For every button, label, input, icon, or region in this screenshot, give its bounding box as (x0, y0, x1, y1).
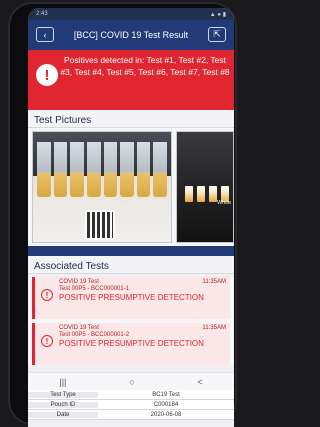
associated-tests-list: ! COVID 19 Test 11:35AM Test 00P5 - BCC0… (28, 277, 234, 365)
test-time: 11:35AM (202, 279, 226, 285)
back-button[interactable]: ‹ (36, 27, 54, 42)
test-name: COVID 19 Test (59, 325, 99, 331)
system-nav-bar: ||| ○ < (28, 372, 234, 391)
tube-rack (37, 142, 167, 197)
page-title: [BCC] COVID 19 Test Result (73, 29, 189, 40)
phone-frame: 2:43 ▲ ● ▮ ‹ [BCC] COVID 19 Test Result … (8, 2, 237, 427)
associated-test-item[interactable]: ! COVID 19 Test 11:35AM Test 00P5 - BCC0… (32, 277, 230, 319)
test-name: COVID 19 Test (59, 279, 99, 285)
status-time: 2:43 (36, 11, 48, 17)
info-key: Test Type (28, 391, 98, 398)
associated-tests-heading: Associated Tests (28, 256, 234, 274)
test-info-table: Test Type BC19 Test Pouch ID C000184 Dat… (28, 390, 234, 420)
warning-icon: ! (41, 335, 53, 347)
share-icon: ⇱ (213, 29, 221, 39)
info-row: Test Type BC19 Test (28, 390, 234, 400)
test-result: POSITIVE PRESUMPTIVE DETECTION (59, 293, 204, 302)
test-time: 11:35AM (202, 325, 226, 331)
status-bar: 2:43 ▲ ● ▮ (28, 8, 234, 20)
info-value: BC19 Test (152, 391, 180, 398)
test-pictures-carousel[interactable]: White (28, 128, 234, 246)
info-row: Date 2020-06-08 (28, 410, 234, 420)
info-row: Pouch ID C000184 (28, 400, 234, 410)
home-button[interactable]: ○ (129, 377, 134, 387)
info-key: Date (28, 411, 98, 418)
section-divider (28, 246, 234, 256)
test-id: Test 00P5 - BCC000001-1 (59, 286, 130, 292)
picture-overlay-text: White (216, 200, 231, 206)
recent-apps-button[interactable]: ||| (59, 377, 66, 387)
screen: 2:43 ▲ ● ▮ ‹ [BCC] COVID 19 Test Result … (28, 8, 234, 427)
app-header: ‹ [BCC] COVID 19 Test Result ⇱ (28, 20, 234, 50)
status-icons: ▲ ● ▮ (209, 11, 226, 18)
associated-test-item[interactable]: ! COVID 19 Test 11:35AM Test 00P5 - BCC0… (32, 323, 230, 365)
positive-alert-banner: ! Positives detected in: Test #1, Test #… (28, 50, 234, 110)
system-back-button[interactable]: < (197, 377, 202, 387)
alert-icon: ! (36, 64, 58, 86)
test-picture-2[interactable]: White (176, 131, 234, 243)
info-value: 2020-06-08 (150, 411, 182, 418)
test-id: Test 00P5 - BCC000001-2 (59, 332, 130, 338)
qr-code (85, 210, 115, 240)
test-result: POSITIVE PRESUMPTIVE DETECTION (59, 339, 204, 348)
warning-icon: ! (41, 289, 53, 301)
share-button[interactable]: ⇱ (208, 27, 226, 42)
test-pictures-heading: Test Pictures (28, 110, 234, 128)
test-picture-1[interactable] (32, 131, 172, 243)
back-icon: ‹ (43, 29, 47, 40)
info-value: C000184 (153, 401, 179, 408)
alert-message: Positives detected in: Test #1, Test #2,… (60, 55, 230, 77)
info-key: Pouch ID (28, 401, 98, 408)
